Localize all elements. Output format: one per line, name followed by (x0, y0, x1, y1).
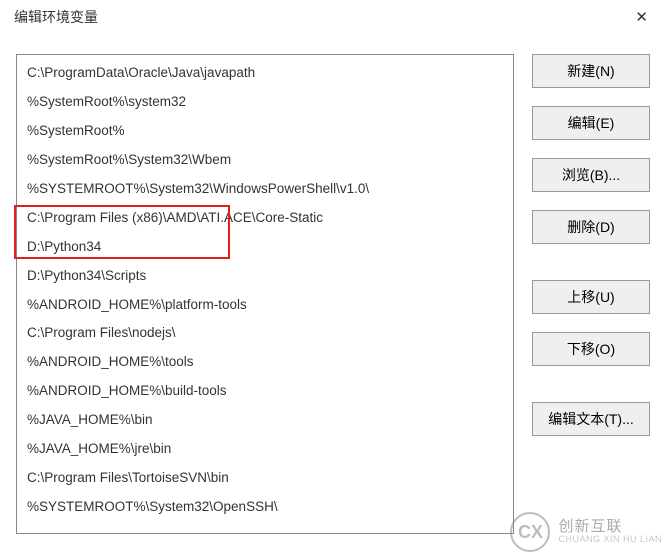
edit-button[interactable]: 编辑(E) (532, 106, 650, 140)
list-item[interactable]: %SystemRoot%\system32 (17, 88, 513, 117)
list-item[interactable]: %JAVA_HOME%\bin (17, 406, 513, 435)
close-icon[interactable]: ✕ (629, 6, 654, 29)
list-item[interactable]: C:\Program Files\TortoiseSVN\bin (17, 464, 513, 493)
delete-button[interactable]: 删除(D) (532, 210, 650, 244)
list-item[interactable]: %SystemRoot% (17, 117, 513, 146)
list-item[interactable]: %ANDROID_HOME%\build-tools (17, 377, 513, 406)
browse-button[interactable]: 浏览(B)... (532, 158, 650, 192)
content-area: C:\ProgramData\Oracle\Java\javapath %Sys… (16, 54, 650, 560)
edittext-button[interactable]: 编辑文本(T)... (532, 402, 650, 436)
list-item[interactable]: %SYSTEMROOT%\System32\WindowsPowerShell\… (17, 175, 513, 204)
window-title: 编辑环境变量 (14, 7, 98, 27)
list-item[interactable]: D:\Python34 (17, 233, 513, 262)
list-item[interactable]: %SystemRoot%\System32\Wbem (17, 146, 513, 175)
new-button[interactable]: 新建(N) (532, 54, 650, 88)
list-inner: C:\ProgramData\Oracle\Java\javapath %Sys… (17, 55, 513, 526)
movedown-button[interactable]: 下移(O) (532, 332, 650, 366)
list-item[interactable]: %ANDROID_HOME%\platform-tools (17, 291, 513, 320)
list-item[interactable]: C:\Program Files (x86)\AMD\ATI.ACE\Core-… (17, 204, 513, 233)
button-column: 新建(N) 编辑(E) 浏览(B)... 删除(D) 上移(U) 下移(O) 编… (532, 54, 650, 560)
list-item[interactable]: %ANDROID_HOME%\tools (17, 348, 513, 377)
list-item[interactable]: C:\Program Files\nodejs\ (17, 319, 513, 348)
list-item[interactable]: D:\Python34\Scripts (17, 262, 513, 291)
list-item[interactable]: C:\ProgramData\Oracle\Java\javapath (17, 59, 513, 88)
titlebar: 编辑环境变量 ✕ (0, 0, 666, 34)
path-listbox[interactable]: C:\ProgramData\Oracle\Java\javapath %Sys… (16, 54, 514, 534)
list-item[interactable]: %JAVA_HOME%\jre\bin (17, 435, 513, 464)
moveup-button[interactable]: 上移(U) (532, 280, 650, 314)
list-item[interactable]: %SYSTEMROOT%\System32\OpenSSH\ (17, 493, 513, 522)
